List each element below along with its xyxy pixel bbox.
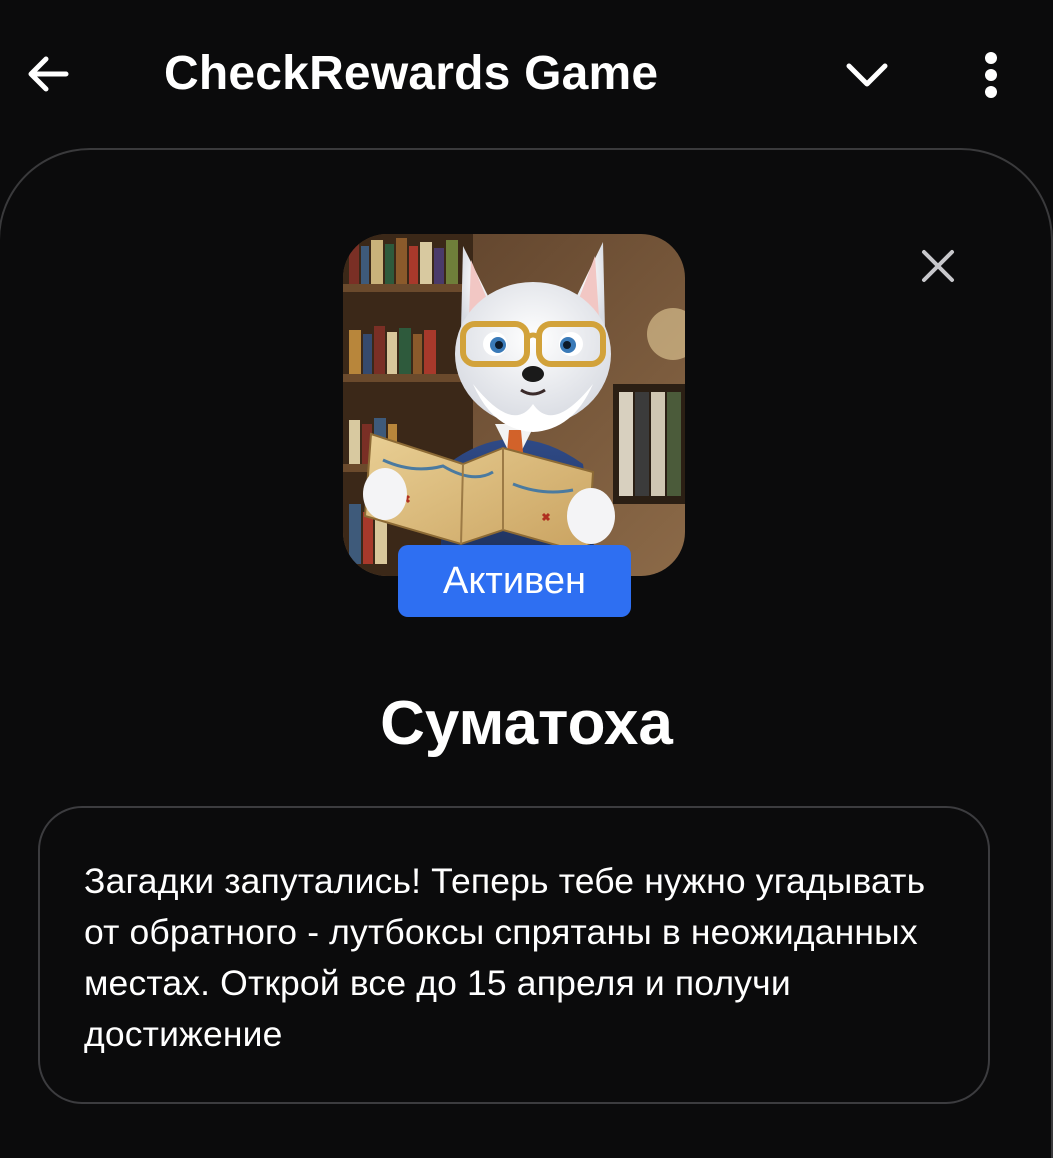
event-title: Суматоха xyxy=(380,689,673,758)
back-button[interactable] xyxy=(18,42,78,106)
status-badge: Активен xyxy=(398,545,631,617)
collapse-button[interactable] xyxy=(836,44,898,106)
fox-with-map-illustration xyxy=(343,234,685,576)
arrow-left-icon xyxy=(28,56,69,92)
close-button[interactable] xyxy=(908,236,968,296)
top-app-bar: CheckRewards Game xyxy=(0,0,1053,150)
event-image xyxy=(343,234,685,576)
app-title: CheckRewards Game xyxy=(164,47,659,100)
more-vertical-icon xyxy=(985,52,997,98)
more-options-button[interactable] xyxy=(962,44,1020,106)
close-icon xyxy=(922,250,954,282)
description-card: Загадки запутались! Теперь тебе нужно уг… xyxy=(38,806,990,1104)
event-description: Загадки запутались! Теперь тебе нужно уг… xyxy=(84,861,926,1054)
chevron-down-icon xyxy=(846,63,888,87)
